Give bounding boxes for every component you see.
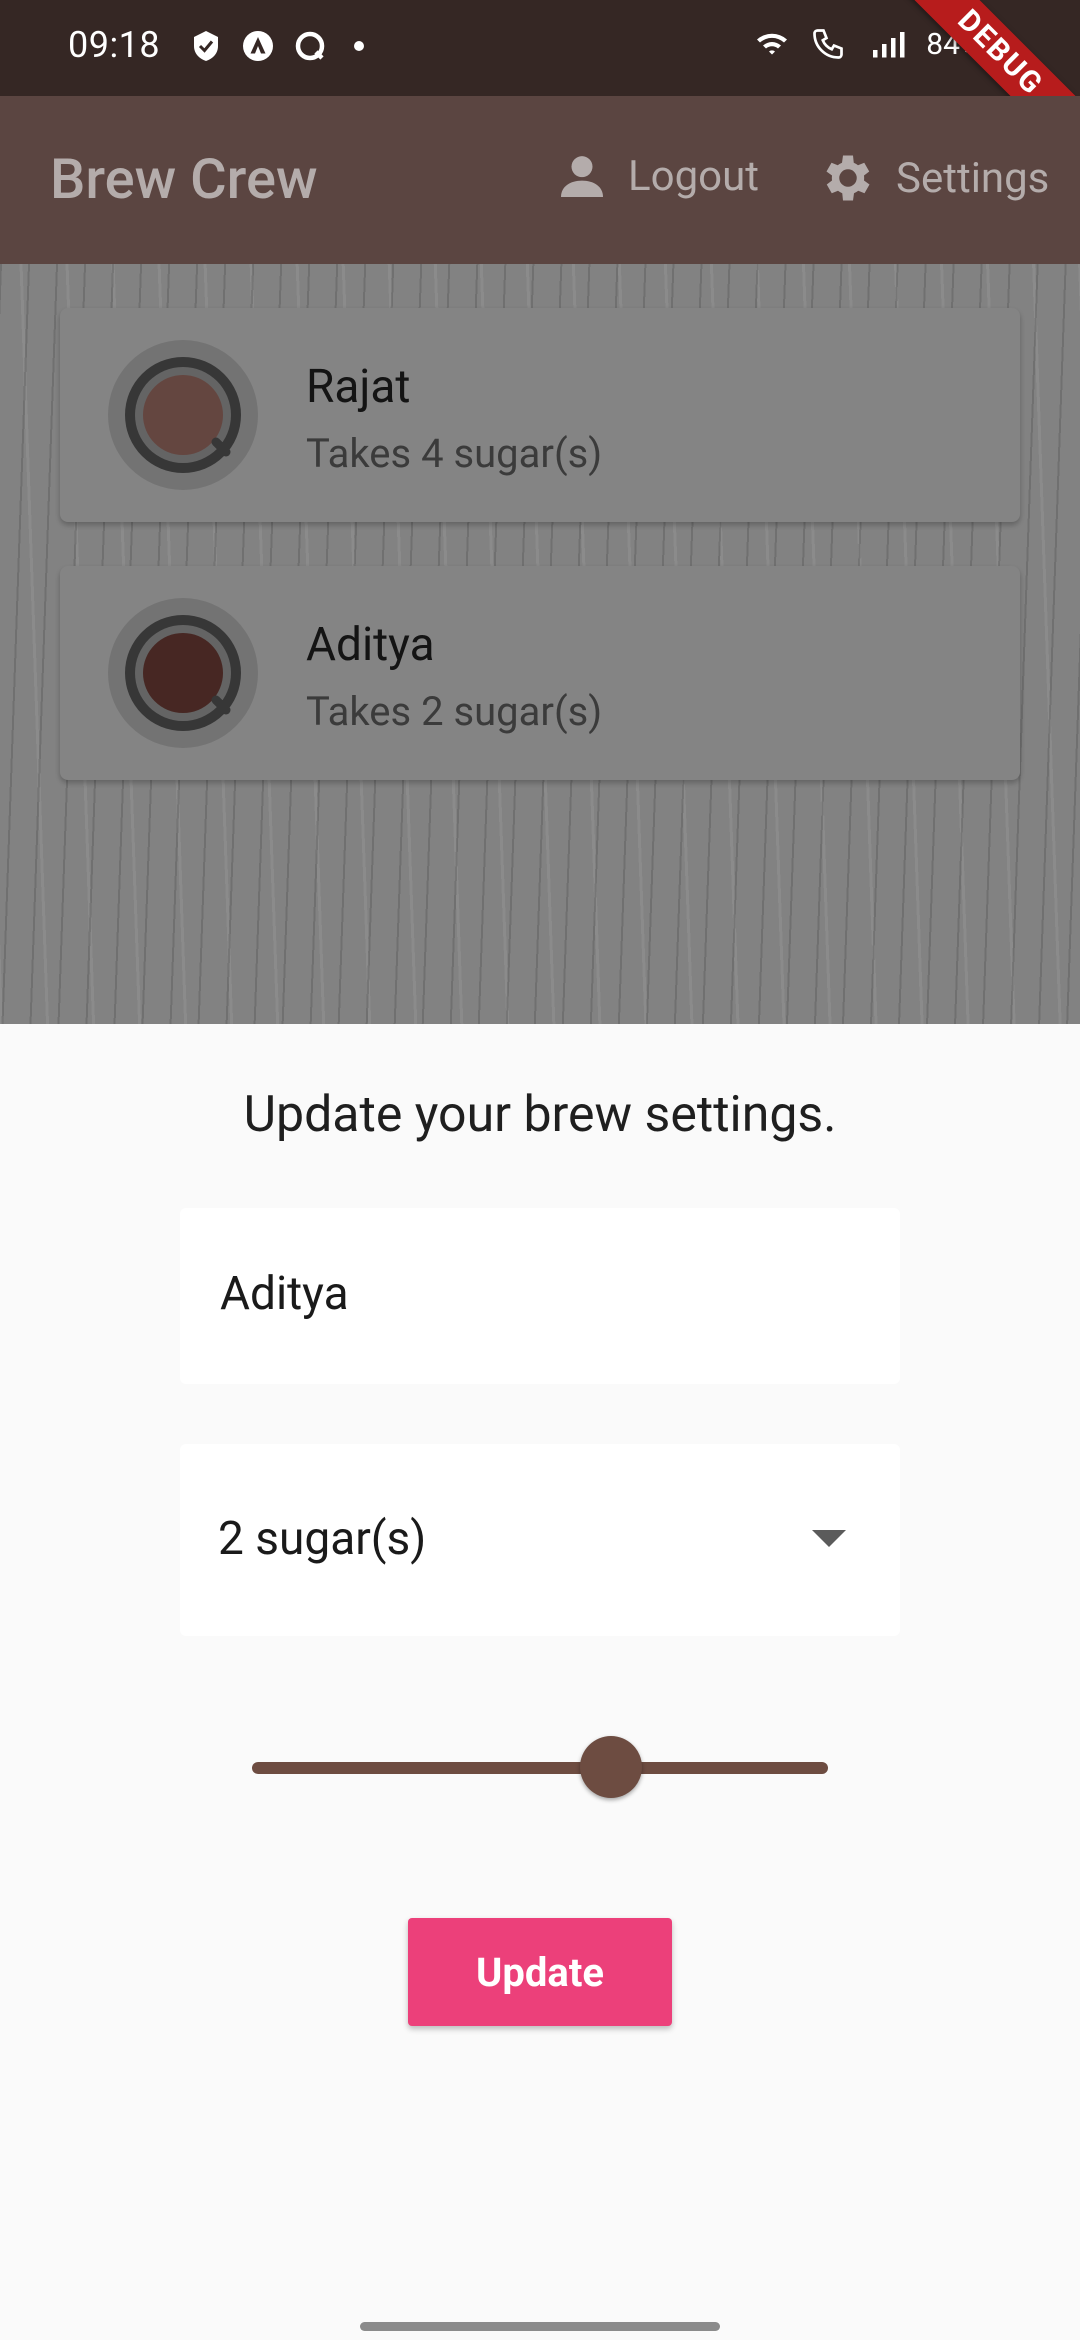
strength-slider-track[interactable] [252,1762,828,1774]
brew-list: Rajat Takes 4 sugar(s) Aditya Takes 2 su… [0,264,1080,1024]
name-input[interactable] [218,1266,822,1322]
shield-check-icon [194,31,218,61]
modal-scrim[interactable] [0,264,1080,1024]
triangle-a-icon [243,31,273,61]
settings-bottom-sheet: Update your brew settings. 2 sugar(s) Up… [0,1024,1080,2340]
app-bar: Brew Crew Logout Settings [0,96,1080,264]
notification-icons [188,28,374,64]
status-bar: 09:18 84% DEBUG [0,0,1080,176]
sheet-title: Update your brew settings. [243,1086,837,1144]
name-field[interactable] [180,1208,900,1384]
dot-icon [354,41,364,51]
app-title: Brew Crew [50,146,318,212]
signal-icon [873,32,905,58]
person-icon [561,156,603,197]
volte-call-icon [813,29,844,59]
wifi-icon [757,33,788,55]
status-time: 09:18 [68,24,161,66]
logout-button[interactable]: Logout [554,148,759,204]
sugar-selected-value: 2 sugar(s) [218,1512,427,1566]
update-button[interactable]: Update [408,1918,672,2026]
sugar-dropdown[interactable]: 2 sugar(s) [180,1444,900,1636]
settings-label: Settings [896,153,1050,203]
strength-slider-thumb[interactable] [580,1736,642,1798]
gear-icon [826,155,870,201]
dropdown-arrow-icon [812,1530,846,1547]
q-circle-icon [295,31,325,61]
logout-label: Logout [628,151,760,201]
gesture-bar[interactable] [360,2322,720,2331]
settings-button[interactable]: Settings [818,148,1049,208]
